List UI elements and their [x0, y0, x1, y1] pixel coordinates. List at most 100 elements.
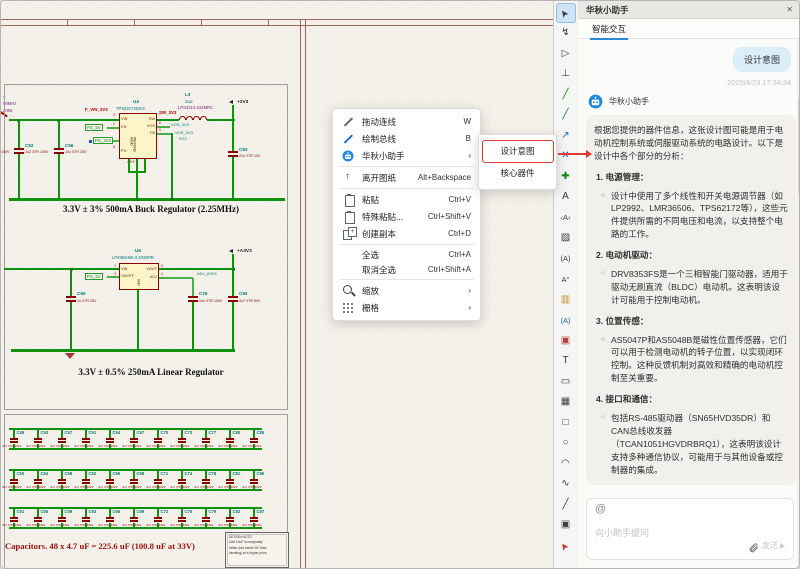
capacitor[interactable]: C624u7 X7R 100V [81, 469, 91, 491]
directive-label-icon[interactable]: A° [556, 270, 576, 290]
menu-item-duplicate[interactable]: 创建副本 Ctrl+D [333, 225, 480, 242]
capacitor[interactable]: C544u7 X7R 100V [33, 469, 43, 491]
capacitor[interactable]: C614u7 X7R 100V [81, 428, 91, 450]
menu-item-drag-wire[interactable]: 拖动连线 W [333, 113, 480, 130]
menu-item-select-all[interactable]: 全选 Ctrl+A [333, 247, 480, 262]
cap-ref[interactable]: C60 [77, 292, 85, 297]
sheet-icon[interactable]: ▥ [556, 290, 576, 310]
submenu-item-core-components[interactable]: 核心器件 [479, 162, 556, 184]
capacitor[interactable]: C804u7 X7R 100V [225, 428, 235, 450]
cap-ref[interactable]: C52 [25, 144, 33, 149]
capacitor[interactable]: C854u7 X7R 100V [249, 428, 259, 450]
cap-ref[interactable]: C56 [65, 144, 73, 149]
arc-tool-icon[interactable]: ◠ [556, 454, 576, 474]
capacitor[interactable]: C784u7 X7R 100V [201, 469, 211, 491]
clipboard-special-icon [342, 210, 355, 223]
cap-ref[interactable]: C84 [239, 292, 247, 297]
global-label-icon[interactable]: ‹A› [556, 208, 576, 228]
capacitor[interactable]: C554u7 X7R 100V [33, 507, 43, 529]
bus-entry-icon[interactable]: ↗ [556, 126, 576, 146]
place-symbol-icon[interactable]: ▷ [556, 44, 576, 64]
bezier-tool-icon[interactable]: ∿ [556, 475, 576, 495]
capacitor[interactable]: C874u7 X7R 100V [249, 507, 259, 529]
capacitor[interactable]: C664u7 X7R 100V [105, 507, 115, 529]
text-tool-icon[interactable]: T [556, 352, 576, 372]
sheet-pin-icon[interactable]: ▣ [556, 331, 576, 351]
capacitor[interactable]: C684u7 X7R 100V [129, 469, 139, 491]
menu-item-assistant[interactable]: 华秋小助手 › [333, 147, 480, 164]
textbox-tool-icon[interactable]: ▭ [556, 372, 576, 392]
user-message-bubble: 设计意图 [733, 47, 791, 72]
capacitor[interactable]: C584u7 X7R 100V [57, 469, 67, 491]
power-net-label[interactable]: +3V3 [237, 100, 248, 105]
rectangle-tool-icon[interactable]: □ [556, 413, 576, 433]
net-label[interactable]: SW_3V3 [159, 111, 176, 115]
circle-tool-icon[interactable]: ○ [556, 434, 576, 454]
sheet-label-icon[interactable]: (A) [556, 311, 576, 331]
capacitor[interactable]: C654u7 X7R 100V [105, 469, 115, 491]
attachment-icon[interactable] [748, 542, 759, 553]
menu-item-zoom[interactable]: 缩放 › [333, 282, 480, 299]
capacitor[interactable]: C574u7 X7R 100V [57, 428, 67, 450]
ic-ref[interactable]: U5 [135, 249, 141, 254]
net-label[interactable]: PG_5V [85, 124, 103, 131]
close-icon[interactable]: ✕ [786, 5, 793, 14]
capacitor[interactable]: C494u7 X7R 100V [9, 428, 19, 450]
net-label[interactable]: PG_5V [85, 273, 103, 280]
cap-ref[interactable]: C76 [199, 292, 207, 297]
highlight-net-icon[interactable]: ↯ [556, 24, 576, 44]
capacitor[interactable]: C504u7 X7R 100V [9, 469, 19, 491]
power-port-icon[interactable]: ⊥ [556, 65, 576, 85]
junction-icon[interactable]: ✚ [556, 167, 576, 187]
capacitor[interactable]: C774u7 X7R 100V [201, 428, 211, 450]
menu-item-paste-special[interactable]: 特殊粘贴... Ctrl+Shift+V [333, 208, 480, 225]
capacitor[interactable]: C754u7 X7R 100V [177, 507, 187, 529]
capacitor[interactable]: C824u7 X7R 100V [225, 507, 235, 529]
mention-icon[interactable]: @ [595, 503, 606, 515]
no-connect-icon[interactable]: ✕ [556, 147, 576, 167]
bus-tool-icon[interactable]: ╱ [556, 106, 576, 126]
ic-part: TPS62172DSG [116, 107, 145, 111]
menu-item-draw-bus[interactable]: 绘制总线 B [333, 130, 480, 147]
capacitor[interactable]: C644u7 X7R 100V [105, 428, 115, 450]
image-tool-icon[interactable]: ▣ [556, 516, 576, 536]
net-label-icon[interactable]: A [556, 188, 576, 208]
capacitor[interactable]: C534u7 X7R 100V [33, 428, 43, 450]
menu-item-leave-sheet[interactable]: 离开图纸 Alt+Backspace [333, 169, 480, 186]
line-tool-icon[interactable]: ╱ [556, 495, 576, 515]
tab-smart-interaction[interactable]: 智能交互 [592, 23, 626, 35]
capacitor[interactable]: C634u7 X7R 100V [81, 507, 91, 529]
net-label[interactable]: PG_3V3 [93, 137, 113, 144]
capacitor[interactable]: C864u7 X7R 100V [249, 469, 259, 491]
wire-tool-icon[interactable]: ╱ [556, 85, 576, 105]
capacitor[interactable]: C714u7 X7R 100V [153, 469, 163, 491]
power-net-label[interactable]: +A3V3 [237, 249, 252, 254]
menu-item-deselect-all[interactable]: 取消全选 Ctrl+Shift+A [333, 262, 480, 277]
capacitor[interactable]: C724u7 X7R 100V [153, 507, 163, 529]
capacitor[interactable]: C514u7 X7R 100V [9, 507, 19, 529]
capacitor[interactable]: C814u7 X7R 100V [225, 469, 235, 491]
capacitor[interactable]: C734u7 X7R 100V [177, 428, 187, 450]
inductor-part: LPS3314-222MRC [178, 106, 213, 110]
hierarchical-label-icon[interactable]: ▨ [556, 229, 576, 249]
send-button[interactable]: 发送 [762, 540, 785, 551]
capacitor[interactable]: C704u7 X7R 100V [153, 428, 163, 450]
cap-ref[interactable]: C83 [239, 148, 247, 153]
capacitor[interactable]: C674u7 X7R 100V [129, 428, 139, 450]
capacitor[interactable]: C694u7 X7R 100V [129, 507, 139, 529]
capacitor[interactable]: C794u7 X7R 100V [201, 507, 211, 529]
capacitor[interactable]: C744u7 X7R 100V [177, 469, 187, 491]
up-arrow-icon [342, 171, 355, 184]
table-tool-icon[interactable]: ▦ [556, 393, 576, 413]
capacitor[interactable]: C594u7 X7R 100V [57, 507, 67, 529]
menu-item-grid[interactable]: 栅格 › [333, 299, 480, 316]
delete-tool-icon[interactable]: ➤ [556, 536, 576, 556]
ic-ref[interactable]: U4 [133, 100, 139, 105]
net-label[interactable]: F_VIN_3V3 [85, 108, 108, 112]
chat-input[interactable]: @ 向小助手提问 发送 [586, 498, 794, 560]
inductor-ref[interactable]: L3 [185, 93, 190, 98]
select-tool-icon[interactable]: ➤ [556, 3, 576, 23]
ic-part: LP2992IM5-3.3/NOPB [112, 256, 154, 260]
text-label-icon[interactable]: (A) [556, 249, 576, 269]
menu-item-paste[interactable]: 粘贴 Ctrl+V [333, 191, 480, 208]
